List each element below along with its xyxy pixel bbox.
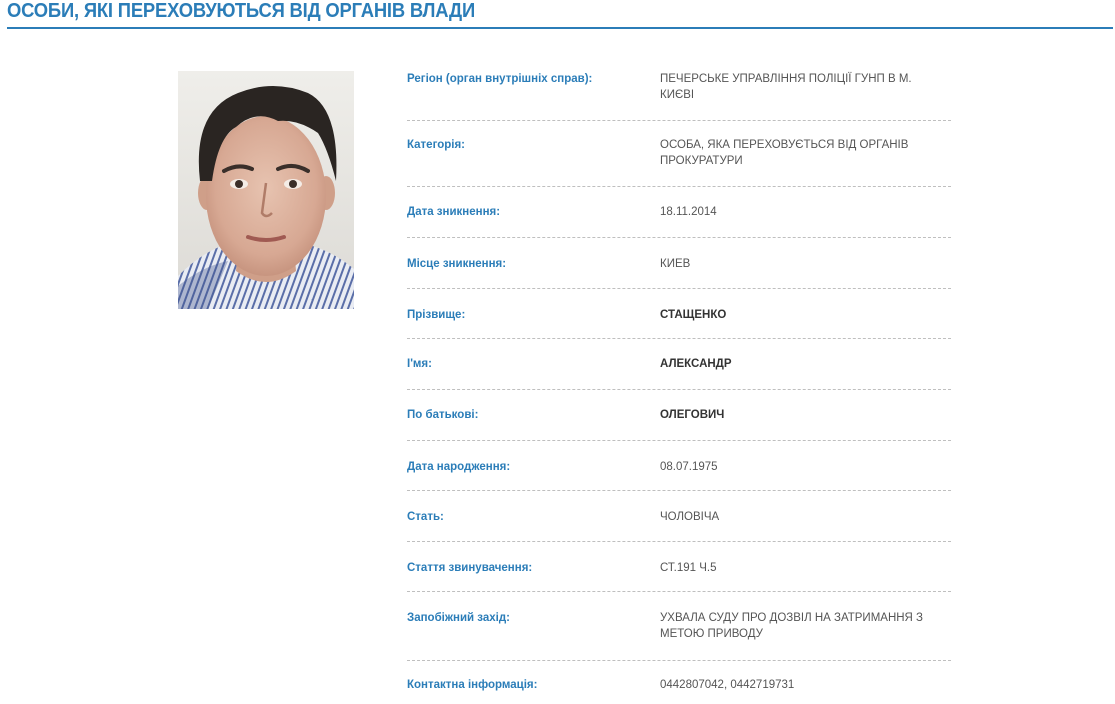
detail-row-category: Категорія: ОСОБА, ЯКА ПЕРЕХОВУЄТЬСЯ ВІД … (407, 121, 951, 187)
preventive-measure-value: УХВАЛА СУДУ ПРО ДОЗВІЛ НА ЗАТРИМАННЯ З М… (660, 612, 923, 640)
sex-value: ЧОЛОВІЧА (660, 511, 720, 523)
disappearance-date-label: Дата зникнення: (407, 206, 501, 218)
detail-row-birth-date: Дата народження: 08.07.1975 (407, 441, 951, 491)
detail-row-preventive-measure: Запобіжний захід: УХВАЛА СУДУ ПРО ДОЗВІЛ… (407, 592, 951, 661)
preventive-measure-label: Запобіжний захід: (407, 612, 510, 624)
charge-article-value: СТ.191 Ч.5 (660, 562, 717, 574)
contact-value: 0442807042, 0442719731 (660, 679, 795, 691)
category-value: ОСОБА, ЯКА ПЕРЕХОВУЄТЬСЯ ВІД ОРГАНІВ ПРО… (660, 139, 909, 167)
region-value: ПЕЧЕРСЬКЕ УПРАВЛІННЯ ПОЛІЦІЇ ГУНП В М. К… (660, 73, 912, 101)
page: ОСОБИ, ЯКІ ПЕРЕХОВУЮТЬСЯ ВІД ОРГАНІВ ВЛА… (0, 0, 1115, 704)
detail-row-contact: Контактна інформація: 0442807042, 044271… (407, 661, 951, 704)
detail-row-region: Регіон (орган внутрішніх справ): ПЕЧЕРСЬ… (407, 61, 951, 121)
surname-value: СТАЩЕНКО (660, 309, 727, 321)
person-photo (178, 71, 354, 309)
detail-row-disappearance-place: Місце зникнення: КИЕВ (407, 238, 951, 289)
person-details: Регіон (орган внутрішніх справ): ПЕЧЕРСЬ… (407, 61, 951, 704)
detail-row-patronymic: По батькові: ОЛЕГОВИЧ (407, 390, 951, 441)
disappearance-date-value: 18.11.2014 (660, 206, 717, 218)
contact-label: Контактна інформація: (407, 679, 538, 691)
detail-row-charge-article: Стаття звинувачення: СТ.191 Ч.5 (407, 542, 951, 592)
patronymic-label: По батькові: (407, 409, 479, 421)
disappearance-place-label: Місце зникнення: (407, 258, 507, 270)
birth-date-label: Дата народження: (407, 461, 511, 473)
surname-label: Прізвище: (407, 309, 466, 321)
category-label: Категорія: (407, 139, 466, 151)
title-divider (7, 27, 1113, 29)
detail-row-surname: Прізвище: СТАЩЕНКО (407, 289, 951, 339)
page-title: ОСОБИ, ЯКІ ПЕРЕХОВУЮТЬСЯ ВІД ОРГАНІВ ВЛА… (7, 0, 476, 22)
sex-label: Стать: (407, 511, 444, 523)
detail-row-first-name: І'мя: АЛЕКСАНДР (407, 339, 951, 390)
first-name-label: І'мя: (407, 358, 432, 370)
disappearance-place-value: КИЕВ (660, 258, 691, 270)
charge-article-label: Стаття звинувачення: (407, 562, 533, 574)
patronymic-value: ОЛЕГОВИЧ (660, 409, 725, 421)
detail-row-disappearance-date: Дата зникнення: 18.11.2014 (407, 187, 951, 238)
detail-row-sex: Стать: ЧОЛОВІЧА (407, 491, 951, 542)
region-label: Регіон (орган внутрішніх справ): (407, 73, 593, 85)
birth-date-value: 08.07.1975 (660, 461, 718, 473)
first-name-value: АЛЕКСАНДР (660, 358, 732, 370)
